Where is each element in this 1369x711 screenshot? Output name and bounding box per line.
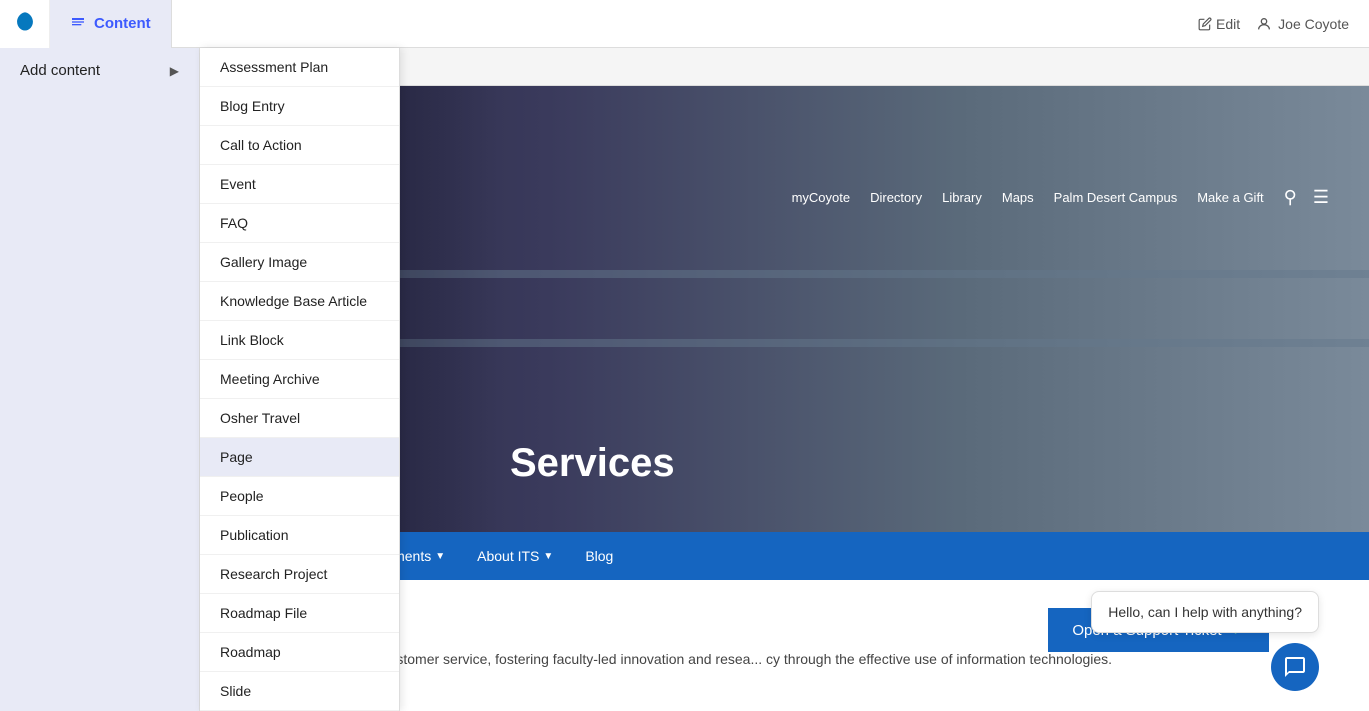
departments-dropdown-caret: ▼ (435, 551, 445, 562)
content-type-osher-travel[interactable]: Osher Travel (200, 399, 399, 438)
content-type-event[interactable]: Event (200, 165, 399, 204)
user-name: Joe Coyote (1278, 16, 1349, 32)
content-type-research-project[interactable]: Research Project (200, 555, 399, 594)
content-type-assessment-plan[interactable]: Assessment Plan (200, 48, 399, 87)
nav-blog[interactable]: Blog (571, 532, 627, 580)
content-tab-label: Content (94, 15, 151, 32)
content-type-call-to-action[interactable]: Call to Action (200, 126, 399, 165)
content-type-people[interactable]: People (200, 477, 399, 516)
content-type-meeting-archive[interactable]: Meeting Archive (200, 360, 399, 399)
content-type-roadmap[interactable]: Roadmap (200, 633, 399, 672)
dropdown-container: Add content ▶ Assessment Plan Blog Entry… (0, 48, 400, 711)
nav-about-its[interactable]: About ITS ▼ (463, 532, 567, 580)
user-link[interactable]: Joe Coyote (1256, 16, 1349, 32)
content-type-gallery-image[interactable]: Gallery Image (200, 243, 399, 282)
add-content-item[interactable]: Add content ▶ (0, 48, 199, 93)
content-tab[interactable]: Content (50, 0, 172, 48)
admin-bar-right: Edit Joe Coyote (1198, 16, 1369, 32)
content-type-roadmap-file[interactable]: Roadmap File (200, 594, 399, 633)
nav-mycoyote[interactable]: myCoyote (792, 190, 851, 205)
chat-area: Hello, can I help with anything? (1091, 591, 1319, 691)
chat-button[interactable] (1271, 643, 1319, 691)
chat-bubble-text: Hello, can I help with anything? (1108, 604, 1302, 620)
content-type-blog-entry[interactable]: Blog Entry (200, 87, 399, 126)
nav-icons: ⚲ ☰ (1284, 187, 1329, 208)
drupal-logo (0, 0, 50, 48)
nav-palm-desert[interactable]: Palm Desert Campus (1054, 190, 1178, 205)
edit-label: Edit (1216, 16, 1240, 32)
nav-make-gift[interactable]: Make a Gift (1197, 190, 1263, 205)
content-type-page[interactable]: Page (200, 438, 399, 477)
edit-link[interactable]: Edit (1198, 16, 1240, 32)
nav-library[interactable]: Library (942, 190, 982, 205)
nav-directory[interactable]: Directory (870, 190, 922, 205)
chevron-right-icon: ▶ (170, 64, 179, 78)
content-type-link-block[interactable]: Link Block (200, 321, 399, 360)
content-type-list: Assessment Plan Blog Entry Call to Actio… (200, 48, 400, 711)
content-type-faq[interactable]: FAQ (200, 204, 399, 243)
add-content-label: Add content (20, 62, 100, 79)
about-its-dropdown-caret: ▼ (543, 551, 553, 562)
content-type-knowledge-base[interactable]: Knowledge Base Article (200, 282, 399, 321)
nav-maps[interactable]: Maps (1002, 190, 1034, 205)
admin-bar: Content Edit Joe Coyote (0, 0, 1369, 48)
content-type-slide[interactable]: Slide (200, 672, 399, 711)
menu-icon[interactable]: ☰ (1313, 187, 1329, 208)
add-content-panel: Add content ▶ (0, 48, 200, 711)
search-icon[interactable]: ⚲ (1284, 187, 1297, 208)
content-type-publication[interactable]: Publication (200, 516, 399, 555)
chat-bubble: Hello, can I help with anything? (1091, 591, 1319, 633)
